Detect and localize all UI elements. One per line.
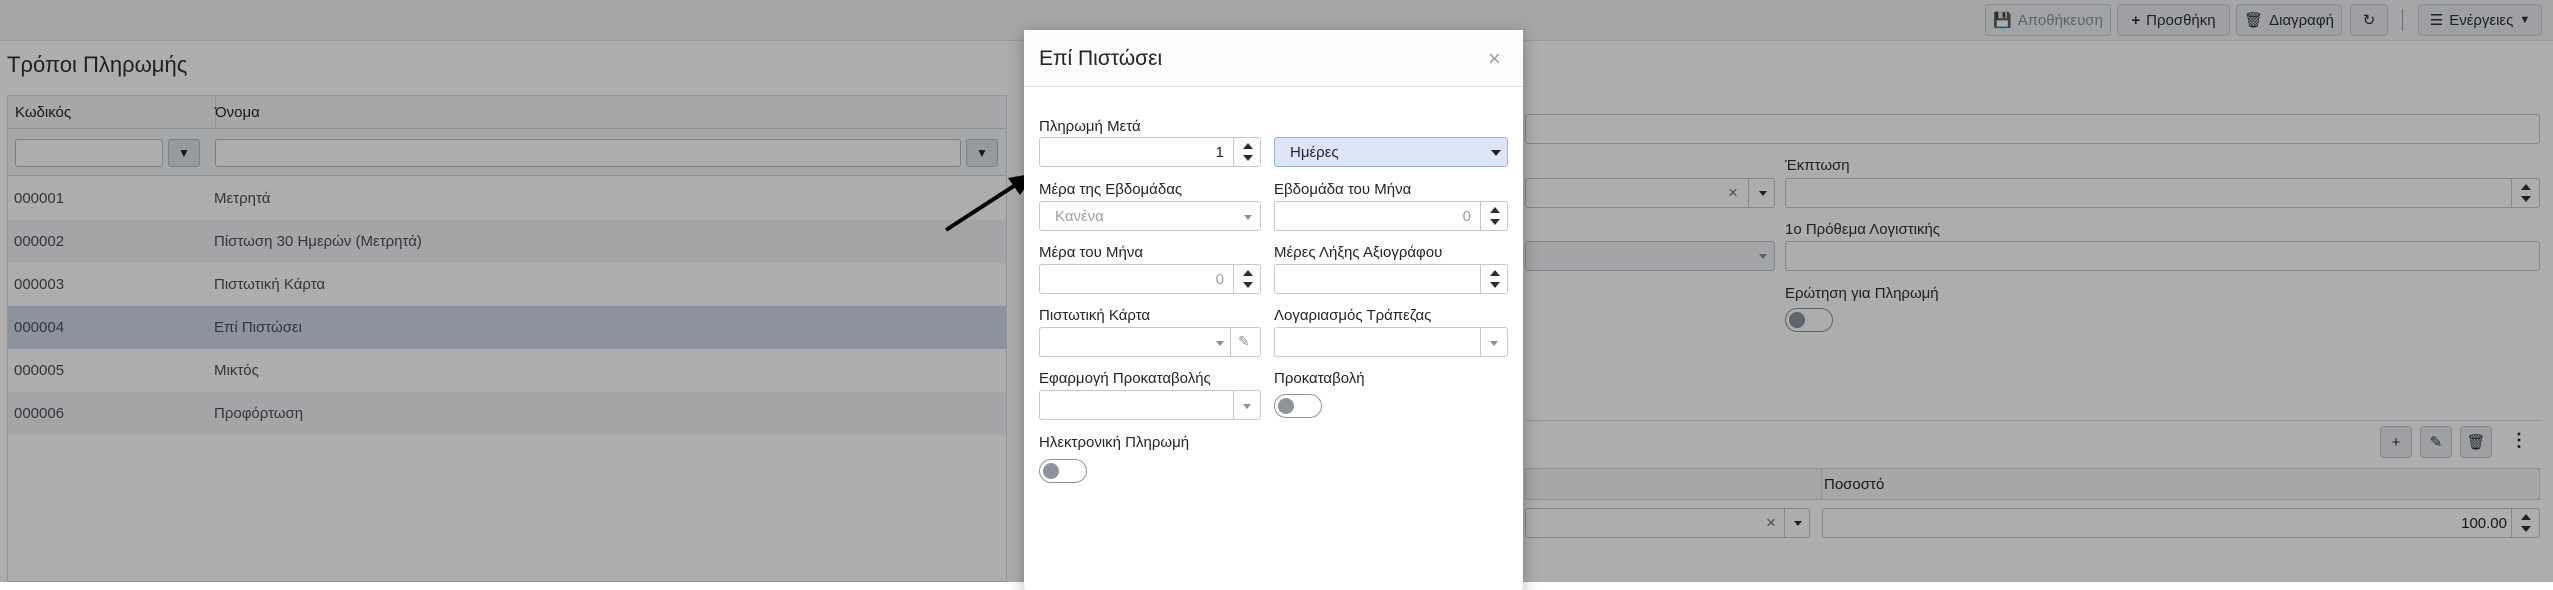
cheque-days-label: Μέρες Λήξης Αξιογράφου [1274,244,1443,261]
credit-card-label: Πιστωτική Κάρτα [1039,307,1151,324]
e-payment-label: Ηλεκτρονική Πληρωμή [1039,434,1190,451]
day-of-month-value: 0 [1215,271,1224,288]
week-of-month-label: Εβδομάδα του Μήνα [1274,181,1412,198]
dialog-header: Επί Πιστώσει × [1024,30,1523,87]
day-of-month-input[interactable]: 0 [1039,264,1261,294]
chevron-down-icon [1243,404,1251,409]
caret-down-icon [1491,150,1501,156]
dialog-title: Επί Πιστώσει [1039,47,1163,70]
pay-after-stepper[interactable] [1233,137,1261,167]
close-icon[interactable]: × [1488,46,1501,72]
chevron-down-icon [1490,341,1498,346]
pay-after-label: Πληρωμή Μετά [1039,118,1141,135]
pay-after-input[interactable]: 1 [1039,137,1261,167]
payment-term-dialog: Επί Πιστώσει × Πληρωμή Μετά 1 Ημέρες Μέρ… [1024,30,1523,590]
unit-value: Ημέρες [1290,144,1339,161]
weekday-label: Μέρα της Εβδομάδας [1039,181,1183,198]
bank-account-select[interactable] [1274,327,1508,357]
pay-after-unit-select[interactable]: Ημέρες [1274,137,1508,167]
pay-after-value: 1 [1215,144,1224,161]
cheque-days-input[interactable] [1274,264,1508,294]
week-of-month-value: 0 [1462,208,1471,225]
weekday-select[interactable]: Κανένα [1039,201,1261,231]
select-divider [1480,328,1481,356]
select-divider [1230,328,1231,356]
weekday-value: Κανένα [1055,208,1104,225]
credit-card-select[interactable]: ✎ [1039,327,1261,357]
select-divider [1233,391,1234,419]
advance-apply-label: Εφαρμογή Προκαταβολής [1039,370,1211,387]
week-of-month-input[interactable]: 0 [1274,201,1508,231]
week-of-month-stepper[interactable] [1480,201,1508,231]
chevron-down-icon [1244,215,1252,220]
pencil-icon[interactable]: ✎ [1238,333,1250,350]
advance-label: Προκαταβολή [1274,370,1365,387]
chevron-down-icon [1216,341,1224,346]
cheque-days-stepper[interactable] [1480,264,1508,294]
e-payment-toggle[interactable] [1039,459,1087,483]
bank-account-label: Λογαριασμός Τράπεζας [1274,307,1432,324]
day-of-month-stepper[interactable] [1233,264,1261,294]
advance-toggle[interactable] [1274,394,1322,418]
day-of-month-label: Μέρα του Μήνα [1039,244,1143,261]
advance-apply-select[interactable] [1039,390,1261,420]
